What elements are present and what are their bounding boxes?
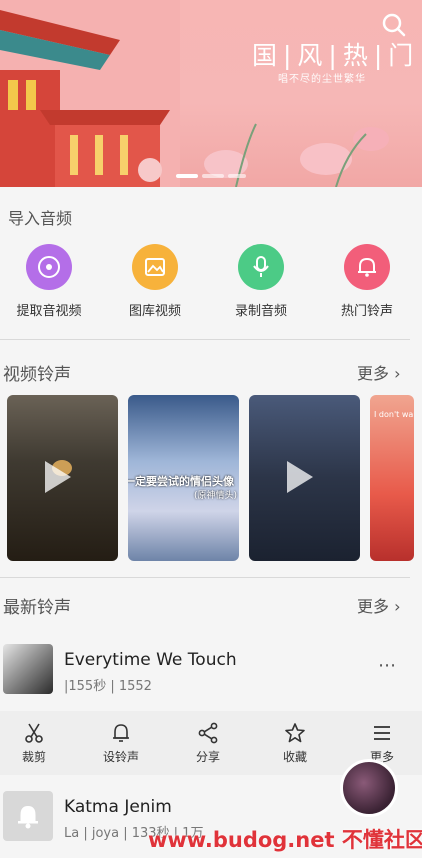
cut-label: 裁剪	[21, 750, 46, 764]
scissors-icon	[25, 723, 43, 743]
search-icon[interactable]	[381, 12, 407, 38]
banner-subtitle: 唱不尽的尘世繁华	[278, 74, 366, 85]
banner-title: 国|风|热|门	[252, 41, 420, 70]
record-audio-button[interactable]	[238, 244, 284, 290]
video-subcaption: (原神情头)	[194, 491, 238, 501]
more-label: 更多	[357, 597, 390, 616]
favorite-button[interactable]: 收藏	[253, 711, 337, 775]
video-card[interactable]	[249, 395, 360, 561]
carousel-indicator	[176, 174, 246, 178]
extract-audio-button[interactable]	[26, 244, 72, 290]
divider	[0, 577, 410, 578]
set-ringtone-label: 设铃声	[102, 750, 139, 764]
latest-ringtones-more-link[interactable]: 更多 ›	[357, 593, 401, 617]
play-icon	[45, 461, 71, 493]
chevron-right-icon: ›	[394, 597, 401, 616]
song-title[interactable]: Everytime We Touch	[64, 650, 237, 670]
share-icon	[198, 722, 218, 744]
record-audio-label: 录制音频	[234, 304, 287, 319]
song-title[interactable]: Katma Jenim	[64, 797, 172, 817]
bell-icon	[358, 257, 376, 277]
more-options-icon[interactable]: ⋯	[378, 655, 398, 676]
set-ringtone-button[interactable]: 设铃声	[79, 711, 163, 775]
hot-ringtones-button[interactable]	[344, 244, 390, 290]
video-caption: 一定要尝试的情侣头像	[128, 475, 234, 488]
gallery-video-label: 图库视频	[128, 304, 181, 319]
divider	[0, 339, 410, 340]
bell-outline-icon	[113, 724, 129, 742]
favorite-label: 收藏	[282, 750, 307, 764]
now-playing-button[interactable]	[340, 759, 398, 817]
video-ringtones-title: 视频铃声	[3, 365, 71, 385]
video-card[interactable]: 一定要尝试的情侣头像 (原神情头)	[128, 395, 239, 561]
song-meta: |155秒 | 1552	[64, 679, 152, 694]
music-disc-icon	[38, 256, 60, 278]
video-card[interactable]: I don't wan	[370, 395, 414, 561]
share-button[interactable]: 分享	[166, 711, 250, 775]
latest-ringtones-title: 最新铃声	[3, 598, 71, 618]
video-card[interactable]	[7, 395, 118, 561]
image-icon	[145, 258, 165, 276]
video-caption: I don't wan	[374, 410, 414, 419]
star-icon	[285, 723, 305, 743]
watermark-text: www.budog.net 不懂社区	[148, 828, 422, 852]
video-ringtones-more-link[interactable]: 更多 ›	[357, 360, 401, 384]
microphone-icon	[253, 256, 269, 277]
share-label: 分享	[195, 750, 220, 764]
gallery-video-button[interactable]	[132, 244, 178, 290]
more-label: 更多	[357, 364, 390, 383]
song-cover[interactable]	[3, 644, 53, 694]
pagoda-illustration	[0, 0, 180, 187]
import-audio-title: 导入音频	[8, 209, 73, 228]
play-icon	[287, 461, 313, 493]
song-cover[interactable]	[3, 791, 53, 841]
menu-icon	[374, 726, 390, 740]
extract-audio-label: 提取音视频	[16, 304, 82, 319]
bell-icon	[18, 806, 38, 829]
hot-ringtones-label: 热门铃声	[340, 304, 393, 319]
banner[interactable]: 国|风|热|门 唱不尽的尘世繁华	[0, 0, 422, 187]
chevron-right-icon: ›	[394, 364, 401, 383]
cut-button[interactable]: 裁剪	[0, 711, 76, 775]
